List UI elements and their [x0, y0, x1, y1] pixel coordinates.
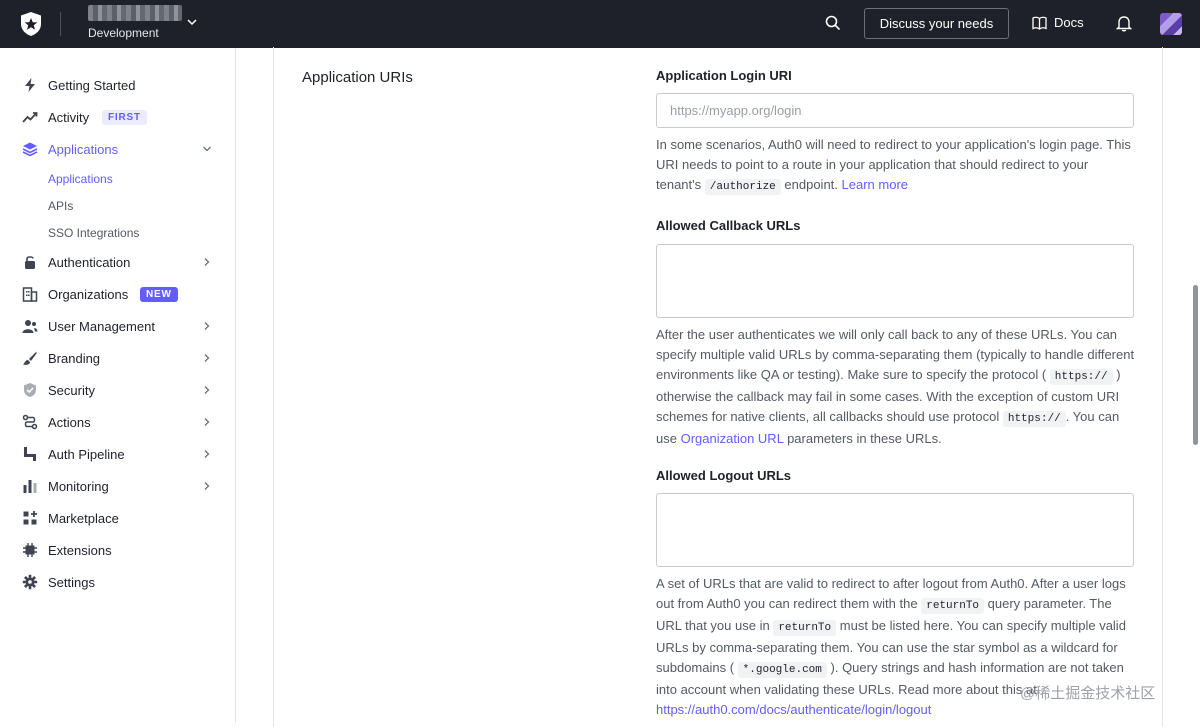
flow-icon: [22, 414, 38, 430]
sidebar-item-label: Getting Started: [48, 77, 136, 93]
sidebar-item-label: Applications: [48, 141, 119, 157]
sidebar-item-activity[interactable]: Activity FIRST: [0, 103, 236, 131]
tenant-environment[interactable]: Development: [88, 26, 159, 40]
code-snippet: https://: [1002, 411, 1066, 427]
lock-icon: [25, 256, 35, 269]
topbar-divider: [60, 12, 61, 36]
login-uri-input[interactable]: [656, 93, 1134, 128]
logout-docs-link[interactable]: https://auth0.com/docs/authenticate/logi…: [656, 702, 931, 717]
chevron-right-icon[interactable]: [202, 449, 212, 459]
subnav-item-sso-integrations[interactable]: SSO Integrations: [48, 226, 139, 240]
logout-urls-textarea[interactable]: [656, 493, 1134, 567]
chevron-down-icon[interactable]: [202, 144, 212, 154]
sidebar-item-label: Security: [48, 382, 95, 398]
code-snippet: *.google.com: [737, 662, 827, 678]
login-uri-help: In some scenarios, Auth0 will need to re…: [656, 137, 1131, 195]
sidebar-item-authentication[interactable]: Authentication: [0, 248, 236, 276]
sidebar-item-monitoring[interactable]: Monitoring: [0, 472, 236, 500]
sidebar-item-label: Organizations: [48, 286, 129, 302]
sidebar-item-label: User Management: [48, 318, 155, 334]
chevron-right-icon[interactable]: [202, 481, 212, 491]
grid-plus-icon: [23, 511, 37, 525]
sidebar-item-security[interactable]: Security: [0, 376, 236, 404]
logout-urls-label: Allowed Logout URLs: [656, 468, 792, 483]
sidebar-item-label: Activity: [48, 109, 90, 125]
sidebar-item-auth-pipeline[interactable]: Auth Pipeline: [0, 440, 236, 468]
learn-more-link[interactable]: Learn more: [842, 177, 908, 192]
sidebar-item-organizations[interactable]: Organizations NEW: [0, 280, 236, 308]
code-snippet: returnTo: [773, 620, 837, 636]
trend-chart-icon: [22, 112, 38, 123]
sidebar-item-extensions[interactable]: Extensions: [0, 536, 236, 564]
docs-link[interactable]: Docs: [1032, 15, 1084, 30]
callback-urls-textarea[interactable]: [656, 244, 1134, 318]
chevron-right-icon[interactable]: [202, 385, 212, 395]
gear-icon: [22, 574, 38, 590]
code-snippet: /authorize: [704, 179, 781, 195]
top-bar: Development Discuss your needs Docs: [0, 0, 1200, 48]
scrollbar-thumb[interactable]: [1193, 285, 1198, 445]
auth0-logo-icon[interactable]: [18, 11, 44, 37]
bell-icon[interactable]: [1116, 14, 1132, 32]
avatar[interactable]: [1160, 13, 1182, 35]
new-badge: NEW: [140, 286, 178, 302]
organization-url-link[interactable]: Organization URL: [681, 431, 784, 446]
sidebar-item-label: Actions: [48, 414, 91, 430]
chevron-down-icon[interactable]: [186, 16, 198, 28]
sidebar-item-label: Auth Pipeline: [48, 446, 125, 462]
building-icon: [22, 287, 38, 302]
docs-label: Docs: [1054, 15, 1084, 30]
chevron-right-icon[interactable]: [202, 321, 212, 331]
sidebar-item-label: Branding: [48, 350, 101, 366]
tenant-name-redacted[interactable]: [88, 5, 182, 21]
sidebar-item-label: Marketplace: [48, 510, 119, 526]
shield-icon: [24, 383, 36, 397]
discuss-your-needs-button[interactable]: Discuss your needs: [864, 8, 1009, 39]
sidebar-item-label: Authentication: [48, 254, 131, 270]
subnav-item-apis[interactable]: APIs: [48, 199, 73, 213]
chevron-right-icon[interactable]: [202, 417, 212, 427]
pipeline-icon: [24, 447, 36, 461]
subnav-item-applications[interactable]: Applications: [48, 172, 113, 186]
code-snippet: https://: [1049, 369, 1113, 385]
chevron-right-icon[interactable]: [202, 353, 212, 363]
sidebar-item-label: Extensions: [48, 542, 112, 558]
sidebar-item-settings[interactable]: Settings: [0, 568, 236, 596]
sidebar-item-user-management[interactable]: User Management: [0, 312, 236, 340]
book-icon: [1032, 16, 1047, 30]
sidebar-item-applications[interactable]: Applications: [0, 135, 236, 163]
sidebar-item-marketplace[interactable]: Marketplace: [0, 504, 236, 532]
layers-icon: [22, 142, 38, 157]
bar-chart-icon: [23, 480, 37, 493]
sidebar-item-getting-started[interactable]: Getting Started: [0, 71, 236, 99]
login-uri-label: Application Login URI: [656, 68, 792, 83]
chevron-right-icon[interactable]: [202, 257, 212, 267]
section-title: Application URIs: [302, 69, 413, 86]
sidebar-item-label: Monitoring: [48, 478, 109, 494]
code-snippet: returnTo: [921, 598, 985, 614]
users-icon: [22, 320, 38, 333]
callback-urls-label: Allowed Callback URLs: [656, 218, 801, 233]
watermark: @稀土掘金技术社区: [1020, 685, 1156, 702]
callback-urls-help: After the user authenticates we will onl…: [656, 327, 1135, 446]
sidebar: Getting Started Activity FIRST Applicati…: [0, 48, 236, 723]
sidebar-item-branding[interactable]: Branding: [0, 344, 236, 372]
search-icon[interactable]: [824, 14, 842, 32]
chip-icon: [23, 543, 37, 557]
sidebar-item-actions[interactable]: Actions: [0, 408, 236, 436]
paintbrush-icon: [23, 351, 37, 365]
lightning-icon: [25, 78, 35, 92]
first-badge: FIRST: [102, 109, 147, 125]
sidebar-item-label: Settings: [48, 574, 95, 590]
